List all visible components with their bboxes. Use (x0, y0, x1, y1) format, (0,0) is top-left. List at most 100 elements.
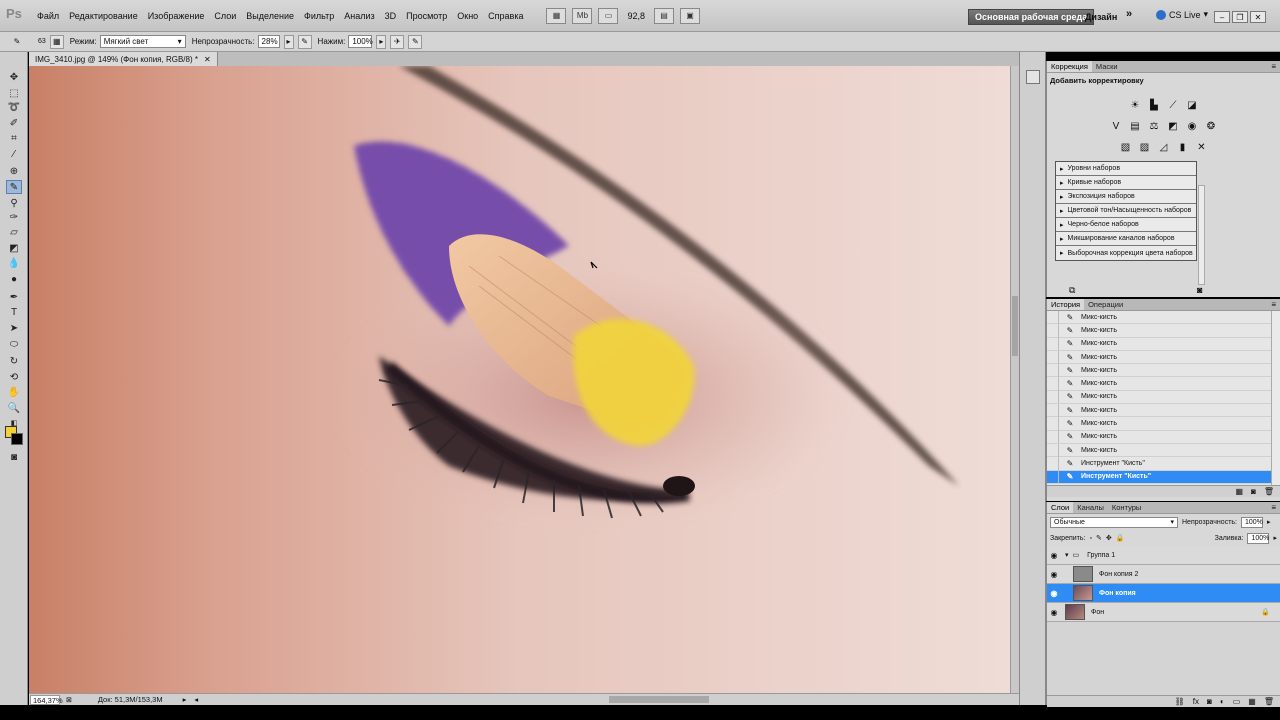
image-canvas[interactable] (29, 66, 1010, 693)
3d-orbit-tool-icon[interactable]: ⟲ (6, 370, 22, 384)
list-item[interactable]: ▸ Цветовой тон/Насыщенность наборов (1056, 204, 1196, 218)
list-item[interactable]: ✎ Микс-кисть (1047, 403, 1280, 418)
new-group-icon[interactable]: ▭ (1233, 697, 1241, 706)
menu-window[interactable]: Окно (452, 0, 483, 32)
curves-icon[interactable]: ⟋ (1166, 98, 1181, 113)
levels-icon[interactable]: ▙ (1147, 98, 1162, 113)
hand-tool-icon[interactable]: ✋ (6, 385, 22, 399)
status-menu-icon[interactable]: ⊠ (66, 696, 72, 704)
history-source-cell[interactable] (1047, 377, 1059, 391)
list-item[interactable]: ✎ Микс-кисть (1047, 417, 1280, 431)
add-mask-icon[interactable]: ◙ (1207, 697, 1212, 706)
zoom-level[interactable]: 92,8 (627, 11, 645, 21)
tab-adjustments[interactable]: Коррекция (1047, 61, 1092, 72)
threshold-icon[interactable]: ◿ (1156, 140, 1171, 155)
menu-filter[interactable]: Фильтр (299, 0, 339, 32)
quick-mask-icon[interactable]: ◙ (6, 450, 22, 464)
camera-icon[interactable]: ◙ (1197, 285, 1202, 295)
list-item[interactable]: ✎ Микс-кисть (1047, 350, 1280, 365)
collapse-triangle-icon[interactable]: ▾ (1065, 551, 1069, 559)
eraser-tool-icon[interactable]: ▱ (6, 225, 22, 239)
gradient-map-icon[interactable]: ▮ (1175, 140, 1190, 155)
list-item[interactable]: ✎ Микс-кисть (1047, 443, 1280, 458)
history-source-cell[interactable] (1047, 363, 1059, 377)
close-document-icon[interactable]: ✕ (204, 55, 211, 64)
airbrush-icon[interactable]: ✈ (390, 34, 405, 49)
menu-select[interactable]: Выделение (241, 0, 299, 32)
3d-rotate-tool-icon[interactable]: ↻ (6, 354, 22, 368)
bridge-icon[interactable]: ▦ (546, 7, 567, 24)
layer-row-background[interactable]: ◉ Фон 🔒 (1047, 603, 1280, 622)
delete-state-icon[interactable]: 🗑 (1264, 487, 1274, 496)
panel-menu-icon[interactable]: ≡ (1267, 299, 1280, 310)
view-extras-icon[interactable]: ▭ (598, 7, 619, 24)
list-item[interactable]: ▸ Уровни наборов (1056, 162, 1196, 176)
brush-panel-icon[interactable]: ▦ (49, 34, 64, 49)
workspace-design-button[interactable]: Дизайн (1085, 9, 1117, 25)
lock-pixels-icon[interactable]: ✎ (1096, 534, 1102, 542)
layer-row-background-copy-2[interactable]: ◉ Фон копия 2 (1047, 565, 1280, 584)
lasso-tool-icon[interactable]: ➰ (6, 100, 22, 114)
menu-image[interactable]: Изображение (143, 0, 210, 32)
presets-scrollbar[interactable] (1198, 185, 1205, 285)
history-source-cell[interactable] (1047, 323, 1059, 337)
color-balance-icon[interactable]: ⚖ (1147, 119, 1162, 134)
panel-menu-icon[interactable]: ≡ (1267, 61, 1280, 72)
list-item[interactable]: ✎ Микс-кисть (1047, 310, 1280, 325)
list-item[interactable]: ✎ Микс-кисть (1047, 363, 1280, 378)
list-item[interactable]: ▸ Экспозиция наборов (1056, 190, 1196, 204)
new-document-from-state-icon[interactable]: ▦ (1235, 487, 1243, 496)
selective-color-icon[interactable]: ✕ (1194, 140, 1209, 155)
list-item[interactable]: ✎ Микс-кисть (1047, 323, 1280, 338)
dodge-tool-icon[interactable]: ● (6, 272, 22, 286)
canvas-vertical-scrollbar[interactable] (1010, 66, 1019, 693)
spot-healing-tool-icon[interactable]: ⊕ (6, 164, 22, 178)
channel-mixer-icon[interactable]: ❂ (1204, 119, 1219, 134)
tab-layers[interactable]: Слои (1047, 502, 1074, 513)
history-scrollbar[interactable] (1271, 311, 1280, 485)
tablet-opacity-icon[interactable]: ✎ (297, 34, 312, 49)
more-workspaces-icon[interactable]: » (1126, 8, 1132, 20)
blur-tool-icon[interactable]: 💧 (6, 256, 22, 270)
background-color-swatch[interactable] (11, 433, 23, 445)
black-white-icon[interactable]: ◩ (1166, 119, 1181, 134)
vibrance-icon[interactable]: V (1109, 119, 1124, 134)
list-item[interactable]: ✎ Микс-кисть (1047, 377, 1280, 391)
histogram-dock-icon[interactable] (1026, 70, 1040, 84)
tablet-size-icon[interactable]: ✎ (408, 34, 423, 49)
list-item[interactable]: ▸ Черно-белое наборов (1056, 218, 1196, 232)
tab-masks[interactable]: Маски (1092, 61, 1122, 72)
menu-view[interactable]: Просмотр (401, 0, 452, 32)
history-source-cell[interactable] (1047, 403, 1059, 417)
close-icon[interactable]: ✕ (1250, 11, 1266, 23)
history-source-cell[interactable] (1047, 417, 1059, 431)
list-item[interactable]: ✎ Микс-кисть (1047, 337, 1280, 351)
list-item[interactable]: ✎ Инструмент "Кисть" (1047, 470, 1280, 484)
type-tool-icon[interactable]: T (6, 305, 22, 319)
workspace-essentials-button[interactable]: Основная рабочая среда (968, 9, 1095, 25)
arrange-documents-icon[interactable]: ▤ (654, 7, 675, 24)
tab-history[interactable]: История (1047, 299, 1085, 310)
layer-opacity-slider-icon[interactable]: ▸ (1267, 518, 1271, 526)
opacity-input[interactable]: 28% (257, 35, 280, 48)
list-item[interactable]: ▸ Микширование каналов наборов (1056, 232, 1196, 246)
visibility-eye-icon[interactable]: ◉ (1047, 570, 1061, 579)
quick-selection-tool-icon[interactable]: ✐ (6, 116, 22, 130)
history-source-cell[interactable] (1047, 350, 1059, 364)
menu-3d[interactable]: 3D (380, 0, 402, 32)
history-source-cell[interactable] (1047, 337, 1059, 351)
path-selection-tool-icon[interactable]: ➤ (6, 321, 22, 335)
pressure-input[interactable]: 100% (348, 35, 373, 48)
zoom-tool-icon[interactable]: 🔍 (6, 401, 22, 415)
brush-tool-icon[interactable]: ✎ (6, 180, 22, 194)
visibility-eye-icon[interactable]: ◉ (1047, 608, 1061, 617)
adjustment-layer-icon[interactable]: ◐ (1220, 697, 1225, 706)
lock-position-icon[interactable]: ✥ (1106, 534, 1112, 542)
lock-transparency-icon[interactable]: ▫ (1089, 535, 1091, 542)
tab-paths[interactable]: Контуры (1108, 502, 1145, 513)
menu-file[interactable]: Файл (32, 0, 64, 32)
photo-filter-icon[interactable]: ◉ (1185, 119, 1200, 134)
visibility-eye-icon[interactable]: ◉ (1047, 589, 1061, 598)
mini-bridge-icon[interactable]: Mb (572, 7, 593, 24)
layer-opacity-input[interactable]: 100% (1241, 516, 1263, 528)
